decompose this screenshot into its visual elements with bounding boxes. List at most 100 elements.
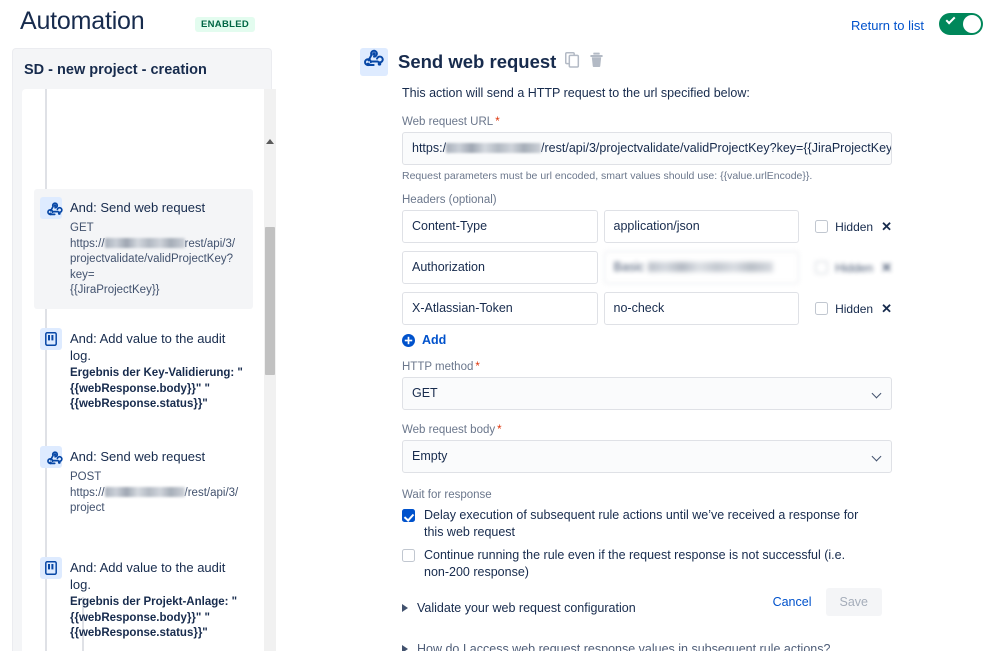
header-value-input-2[interactable]: no-check bbox=[603, 292, 800, 325]
wait-option-checkbox-0[interactable] bbox=[402, 509, 415, 522]
rule-component-head: And: Send web request bbox=[40, 446, 247, 468]
rule-name: SD - new project - creation bbox=[24, 62, 207, 78]
rule-component-summary: Ergebnis der Key-Validierung: " {{webResp… bbox=[70, 367, 243, 410]
rule-component-summary: POST https:///rest/api/3/project bbox=[70, 471, 239, 514]
header-value-input-1[interactable]: Basic bbox=[603, 251, 800, 284]
rule-components-scroll: And: Send web request GET https://rest/api… bbox=[22, 89, 264, 651]
wait-for-response-options: Delay execution of subsequent rule actio… bbox=[402, 507, 892, 581]
header-hidden-label: Hidden bbox=[835, 301, 874, 316]
rule-enabled-toggle[interactable] bbox=[939, 13, 983, 35]
header-row: Content-Type application/json Hidden ✕ bbox=[402, 210, 892, 243]
header-key-input-0[interactable]: Content-Type bbox=[402, 210, 598, 243]
required-marker: * bbox=[495, 116, 500, 128]
webhook-icon bbox=[40, 197, 63, 219]
close-icon[interactable]: ✕ bbox=[881, 301, 892, 317]
header-row: X-Atlassian-Token no-check Hidden ✕ bbox=[402, 292, 892, 325]
audit-log-icon bbox=[40, 557, 62, 579]
help-expander[interactable]: How do I access web request response val… bbox=[402, 642, 830, 651]
rule-scrollbar-thumb[interactable] bbox=[265, 227, 275, 375]
redacted-credential bbox=[647, 262, 773, 272]
rule-component-head: And: Send web request bbox=[40, 197, 247, 219]
url-hint: Request parameters must be url encoded, … bbox=[402, 170, 813, 182]
help-expander-label: How do I access web request response val… bbox=[417, 642, 831, 651]
rule-component-head: And: Add value to the audit log. bbox=[40, 328, 247, 364]
action-detail-panel: Send web request This action will send a… bbox=[360, 48, 980, 615]
close-icon[interactable]: ✕ bbox=[881, 260, 892, 276]
chevron-down-icon bbox=[871, 451, 882, 462]
header-key-input-2[interactable]: X-Atlassian-Token bbox=[402, 292, 598, 325]
rule-component-2[interactable]: And: Send web request POST https:///rest/a… bbox=[34, 438, 253, 527]
web-request-url-input[interactable]: https:/ /rest/api/3/projectvalidate/valid… bbox=[402, 132, 892, 165]
plus-circle-icon bbox=[402, 333, 415, 347]
action-form: Web request URL * https:/ /rest/api/3/proj… bbox=[402, 116, 892, 615]
status-badge: ENABLED bbox=[195, 17, 256, 32]
header-hidden-group-2: Hidden ✕ bbox=[815, 301, 892, 317]
url-prefix: https:// bbox=[70, 486, 105, 499]
http-method-value: GET bbox=[412, 386, 438, 400]
header-hidden-checkbox-2[interactable] bbox=[815, 302, 829, 315]
page-title: Automation bbox=[20, 7, 145, 35]
header-hidden-group-0: Hidden ✕ bbox=[815, 219, 892, 235]
header-row: Authorization Basic Hidden ✕ bbox=[402, 251, 892, 284]
redacted-host bbox=[104, 237, 185, 248]
wait-for-response-label: Wait for response bbox=[402, 489, 492, 501]
header-hidden-checkbox-0[interactable] bbox=[815, 220, 829, 233]
header-hidden-label: Hidden bbox=[835, 219, 874, 234]
cancel-button[interactable]: Cancel bbox=[773, 595, 812, 609]
web-request-body-label: Web request body * bbox=[402, 424, 502, 436]
url-suffix: rest/api/3/ bbox=[184, 237, 236, 250]
action-header: Send web request bbox=[360, 48, 980, 76]
web-request-body-value: Empty bbox=[412, 449, 448, 463]
header-value-input-0[interactable]: application/json bbox=[603, 210, 800, 243]
url-suffix: /rest/api/3/projectvalidate/validProject… bbox=[541, 141, 892, 155]
rule-components-panel: SD - new project - creation And: Send we… bbox=[12, 48, 276, 651]
http-method-label: HTTP method * bbox=[402, 361, 480, 373]
toggle-knob bbox=[963, 15, 981, 33]
url-prefix: https:// bbox=[70, 237, 105, 250]
rule-component-summary: Ergebnis der Projekt-Anlage: " {{webRespo… bbox=[70, 596, 238, 639]
rule-component-head: And: Add value to the audit log. bbox=[40, 557, 247, 593]
save-button[interactable]: Save bbox=[825, 588, 882, 616]
header-hidden-label: Hidden bbox=[835, 260, 874, 275]
trash-icon[interactable] bbox=[589, 52, 604, 73]
top-bar: Automation ENABLED Return to list bbox=[0, 0, 999, 46]
audit-log-icon bbox=[40, 328, 62, 350]
web-request-body-select[interactable]: Empty bbox=[402, 440, 892, 473]
rule-component-3[interactable]: And: Add value to the audit log. Ergebnis… bbox=[34, 549, 253, 651]
rule-component-0[interactable]: And: Send web request GET https://rest/api… bbox=[34, 189, 253, 309]
header-key-input-1[interactable]: Authorization bbox=[402, 251, 598, 284]
automation-rule-editor: Automation ENABLED Return to list SD - n… bbox=[0, 0, 999, 651]
scroll-up-arrow-icon[interactable] bbox=[266, 139, 274, 144]
form-actions: Cancel Save bbox=[402, 588, 882, 616]
web-request-url-label: Web request URL * bbox=[402, 116, 500, 128]
required-marker: * bbox=[497, 424, 502, 436]
wait-option-1: Continue running the rule even if the re… bbox=[402, 547, 892, 581]
return-to-list-link[interactable]: Return to list bbox=[851, 18, 924, 33]
rule-component-summary: GET https://rest/api/3/projectvalidate/va… bbox=[70, 222, 236, 296]
rule-component-title: And: Send web request bbox=[70, 449, 206, 464]
wait-option-label-0: Delay execution of subsequent rule actio… bbox=[424, 508, 859, 539]
required-marker: * bbox=[475, 361, 480, 373]
wait-option-label-1: Continue running the rule even if the re… bbox=[424, 548, 846, 579]
http-method-select[interactable]: GET bbox=[402, 377, 892, 410]
wait-option-0: Delay execution of subsequent rule actio… bbox=[402, 507, 892, 541]
copy-icon[interactable] bbox=[565, 51, 580, 73]
wait-option-checkbox-1[interactable] bbox=[402, 549, 415, 562]
webhook-glyph bbox=[364, 49, 384, 67]
header-hidden-group-1: Hidden ✕ bbox=[815, 260, 892, 276]
redacted-host bbox=[104, 486, 185, 497]
close-icon[interactable]: ✕ bbox=[881, 219, 892, 235]
rule-component-title: And: Add value to the audit log. bbox=[70, 560, 226, 592]
redacted-host bbox=[446, 143, 542, 153]
headers-label: Headers (optional) bbox=[402, 194, 497, 206]
url-prefix: https:/ bbox=[412, 141, 447, 155]
action-description: This action will send a HTTP request to … bbox=[402, 86, 750, 100]
webhook-icon bbox=[360, 48, 388, 76]
chevron-down-icon bbox=[871, 388, 882, 399]
rule-component-1[interactable]: And: Add value to the audit log. Ergebnis… bbox=[34, 320, 253, 423]
add-header-label: Add bbox=[422, 333, 447, 347]
header-hidden-checkbox-1[interactable] bbox=[815, 261, 829, 274]
headers-list: Content-Type application/json Hidden ✕ Autho… bbox=[402, 210, 892, 325]
add-header-button[interactable]: Add bbox=[402, 333, 446, 347]
rule-component-title: And: Add value to the audit log. bbox=[70, 331, 226, 363]
